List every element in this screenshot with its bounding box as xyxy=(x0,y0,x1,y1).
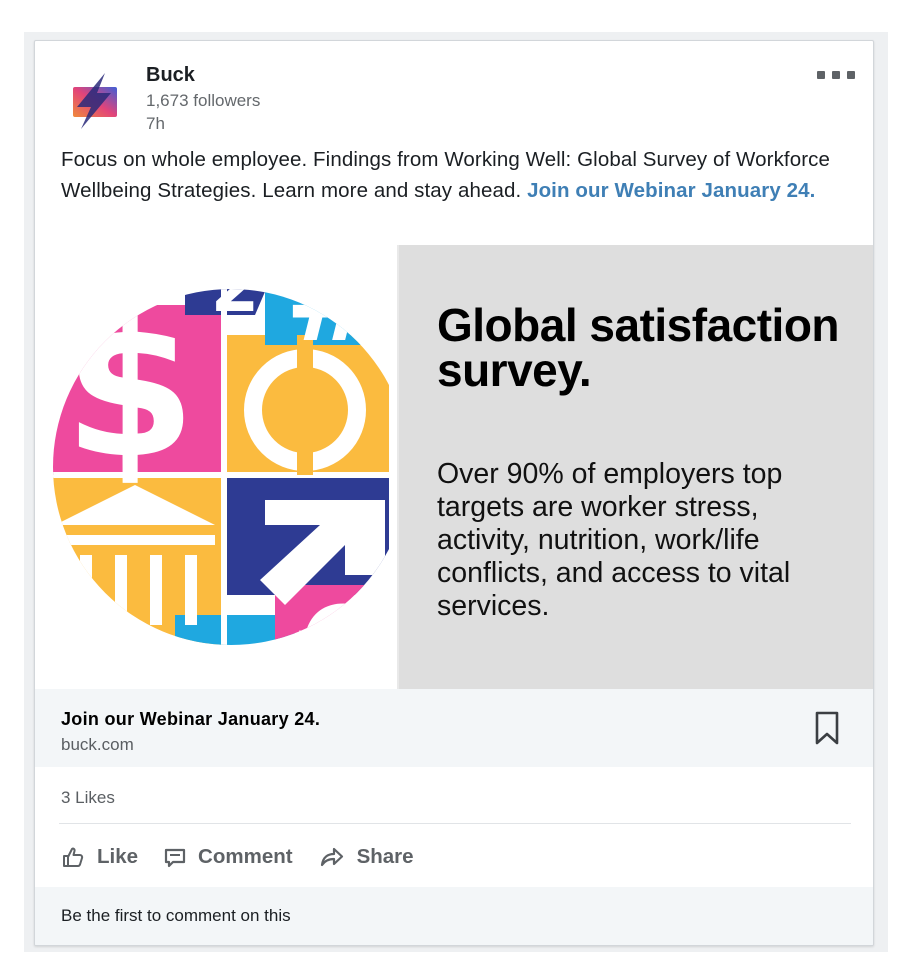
link-preview-domain: buck.com xyxy=(61,735,134,754)
share-label: Share xyxy=(356,845,414,868)
bookmark-icon[interactable] xyxy=(815,711,839,745)
svg-text:$: $ xyxy=(64,279,196,500)
share-arrow-icon xyxy=(320,847,343,867)
survey-panel: Global satisfaction survey. Over 90% of … xyxy=(397,245,873,689)
survey-title: Global satisfaction survey. xyxy=(437,299,840,396)
comment-prompt-bar[interactable]: Be the first to comment on this xyxy=(35,887,873,945)
post-body: Focus on whole employee. Findings from W… xyxy=(61,145,851,206)
thumbs-up-icon xyxy=(63,847,84,867)
svg-text:#: # xyxy=(285,245,386,369)
link-preview[interactable]: Join our Webinar January 24. buck.com xyxy=(35,689,873,767)
like-button[interactable]: Like xyxy=(61,845,138,869)
follower-count: 1,673 followers xyxy=(146,91,261,110)
comment-label: Comment xyxy=(198,845,293,868)
globe-illustration: $ # 2 € xyxy=(53,245,389,689)
more-options-icon[interactable] xyxy=(817,65,855,85)
action-bar: Like Comment Share xyxy=(61,841,440,873)
survey-description: Over 90% of employers top targets are wo… xyxy=(437,458,791,622)
likes-count[interactable]: 3 Likes xyxy=(61,788,115,808)
post-card: Buck 1,673 followers 7h Focus on whole e… xyxy=(34,40,874,946)
post-timestamp: 7h xyxy=(146,114,165,133)
comment-prompt[interactable]: Be the first to comment on this xyxy=(61,906,291,926)
svg-text:2: 2 xyxy=(211,246,260,328)
comment-icon xyxy=(164,848,186,868)
author-name[interactable]: Buck xyxy=(146,64,195,87)
post-webinar-link[interactable]: Join our Webinar January 24. xyxy=(527,179,815,202)
comment-button[interactable]: Comment xyxy=(164,845,293,869)
svg-text:€: € xyxy=(294,583,374,689)
divider xyxy=(59,823,851,824)
company-logo[interactable] xyxy=(61,67,125,131)
share-button[interactable]: Share xyxy=(319,845,414,869)
post-image[interactable]: $ # 2 € Global satisfaction survey. Over… xyxy=(35,245,873,689)
like-label: Like xyxy=(97,845,139,868)
link-preview-title[interactable]: Join our Webinar January 24. xyxy=(61,709,320,730)
